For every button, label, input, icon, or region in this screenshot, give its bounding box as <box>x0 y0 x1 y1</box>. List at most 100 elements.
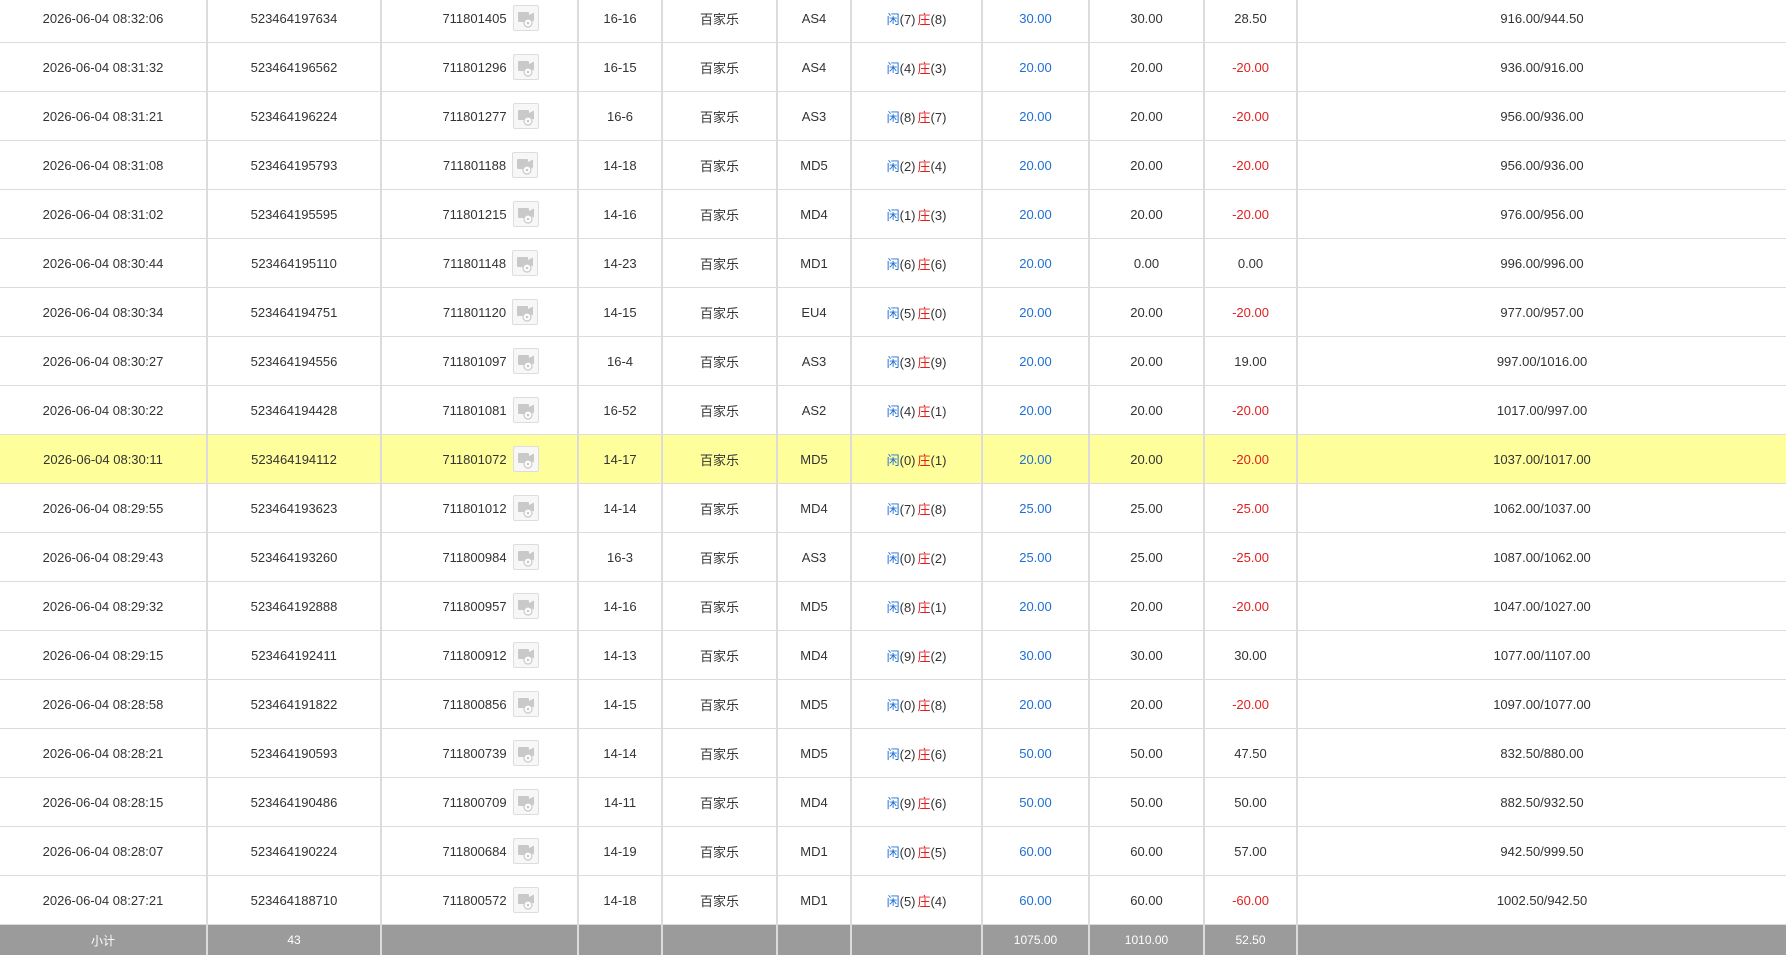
video-replay-icon[interactable] <box>512 250 539 276</box>
round-cell: 711801097 <box>381 336 579 386</box>
game-result: 闲(1) 庄(3) <box>851 189 983 239</box>
video-replay-icon[interactable] <box>512 201 539 227</box>
game-result: 闲(8) 庄(1) <box>851 581 983 631</box>
bet-amount: 20.00 <box>982 336 1090 386</box>
bet-time: 2026-06-04 08:31:21 <box>0 91 208 141</box>
round-id: 711801405 <box>442 10 507 26</box>
banker-score: (5) <box>930 844 947 860</box>
video-replay-icon[interactable] <box>512 54 539 80</box>
round-id: 711801120 <box>442 304 507 320</box>
player-label: 闲 <box>886 893 900 909</box>
bet-id: 523464196562 <box>207 42 382 92</box>
video-replay-icon[interactable] <box>512 348 539 374</box>
table-code: AS4 <box>777 42 852 92</box>
banker-score: (4) <box>930 158 947 174</box>
subtotal-label: 小计 <box>0 924 208 955</box>
player-label: 闲 <box>886 452 900 468</box>
round-id: 711801097 <box>442 353 507 369</box>
video-replay-icon[interactable] <box>512 5 539 31</box>
player-label: 闲 <box>886 256 900 272</box>
win-loss: 47.50 <box>1204 728 1298 778</box>
banker-label: 庄 <box>917 893 931 909</box>
bet-time: 2026-06-04 08:28:07 <box>0 826 208 876</box>
table-row: 2026-06-04 08:31:08 523464195793 7118011… <box>0 140 1786 190</box>
win-loss: 57.00 <box>1204 826 1298 876</box>
table-row: 2026-06-04 08:30:34 523464194751 7118011… <box>0 287 1786 337</box>
game-name: 百家乐 <box>662 728 778 778</box>
video-replay-icon[interactable] <box>512 838 539 864</box>
subtotal-empty <box>1297 924 1786 955</box>
bet-amount: 20.00 <box>982 679 1090 729</box>
game-result: 闲(6) 庄(6) <box>851 238 983 288</box>
bet-amount: 30.00 <box>982 0 1090 43</box>
player-score: (4) <box>899 403 916 419</box>
game-name: 百家乐 <box>662 91 778 141</box>
video-replay-icon[interactable] <box>512 495 539 521</box>
bet-amount: 20.00 <box>982 91 1090 141</box>
video-replay-icon[interactable] <box>512 152 539 178</box>
table-row: 2026-06-04 08:30:44 523464195110 7118011… <box>0 238 1786 288</box>
banker-label: 庄 <box>917 795 931 811</box>
round-cell: 711800572 <box>381 875 579 925</box>
table-row: 2026-06-04 08:28:58 523464191822 7118008… <box>0 679 1786 729</box>
bet-id: 523464194751 <box>207 287 382 337</box>
round-cell: 711801012 <box>381 483 579 533</box>
win-loss: -25.00 <box>1204 532 1298 582</box>
video-replay-icon[interactable] <box>512 740 539 766</box>
banker-label: 庄 <box>917 11 931 27</box>
table-row: 2026-06-04 08:29:43 523464193260 7118009… <box>0 532 1786 582</box>
subtotal-row: 小计 43 1075.00 1010.00 52.50 <box>0 924 1786 955</box>
balance-before-after: 977.00/957.00 <box>1297 287 1786 337</box>
video-replay-icon[interactable] <box>512 887 539 913</box>
balance-before-after: 1077.00/1107.00 <box>1297 630 1786 680</box>
player-label: 闲 <box>886 844 900 860</box>
shoe-number: 16-3 <box>578 532 663 582</box>
round-id: 711801277 <box>442 108 507 124</box>
subtotal-win-total: 52.50 <box>1204 924 1298 955</box>
game-name: 百家乐 <box>662 630 778 680</box>
banker-label: 庄 <box>917 501 931 517</box>
bet-time: 2026-06-04 08:31:02 <box>0 189 208 239</box>
player-label: 闲 <box>886 354 900 370</box>
bet-time: 2026-06-04 08:29:15 <box>0 630 208 680</box>
table-code: MD4 <box>777 777 852 827</box>
video-replay-icon[interactable] <box>512 691 539 717</box>
video-replay-icon[interactable] <box>512 397 539 423</box>
video-replay-icon[interactable] <box>512 446 539 472</box>
balance-before-after: 976.00/956.00 <box>1297 189 1786 239</box>
valid-amount: 20.00 <box>1089 189 1205 239</box>
balance-before-after: 1087.00/1062.00 <box>1297 532 1786 582</box>
bet-amount: 20.00 <box>982 287 1090 337</box>
video-replay-icon[interactable] <box>512 593 539 619</box>
bet-time: 2026-06-04 08:30:44 <box>0 238 208 288</box>
player-score: (8) <box>899 109 916 125</box>
player-label: 闲 <box>886 550 900 566</box>
banker-score: (2) <box>930 550 947 566</box>
video-replay-icon[interactable] <box>512 789 539 815</box>
valid-amount: 60.00 <box>1089 875 1205 925</box>
bet-time: 2026-06-04 08:30:11 <box>0 434 208 484</box>
video-replay-icon[interactable] <box>512 642 539 668</box>
round-id: 711800709 <box>442 794 507 810</box>
balance-before-after: 936.00/916.00 <box>1297 42 1786 92</box>
balance-before-after: 942.50/999.50 <box>1297 826 1786 876</box>
balance-before-after: 1017.00/997.00 <box>1297 385 1786 435</box>
bet-id: 523464192888 <box>207 581 382 631</box>
banker-label: 庄 <box>917 648 931 664</box>
bet-id: 523464193623 <box>207 483 382 533</box>
bet-amount: 25.00 <box>982 483 1090 533</box>
video-replay-icon[interactable] <box>512 544 539 570</box>
game-result: 闲(5) 庄(0) <box>851 287 983 337</box>
game-name: 百家乐 <box>662 679 778 729</box>
round-cell: 711800912 <box>381 630 579 680</box>
round-id: 711801148 <box>442 255 507 271</box>
round-cell: 711801296 <box>381 42 579 92</box>
player-score: (5) <box>899 893 916 909</box>
player-score: (8) <box>899 599 916 615</box>
win-loss: -20.00 <box>1204 434 1298 484</box>
video-replay-icon[interactable] <box>512 299 539 325</box>
video-replay-icon[interactable] <box>512 103 539 129</box>
table-row: 2026-06-04 08:30:27 523464194556 7118010… <box>0 336 1786 386</box>
shoe-number: 14-14 <box>578 483 663 533</box>
player-score: (7) <box>899 501 916 517</box>
